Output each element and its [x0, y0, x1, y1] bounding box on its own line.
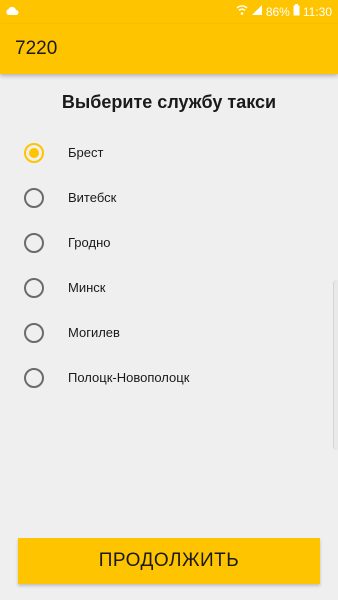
signal-icon [251, 4, 263, 19]
radio-button[interactable] [24, 233, 44, 253]
option-label: Могилев [68, 325, 120, 340]
battery-percent: 86% [265, 4, 290, 19]
status-icons: 86% 11:30 [236, 4, 332, 19]
radio-button[interactable] [24, 323, 44, 343]
status-bar: 86% 11:30 [0, 0, 338, 24]
app-bar: 7220 [0, 24, 338, 74]
option-brest[interactable]: Брест [0, 131, 338, 176]
battery-icon [293, 4, 300, 19]
edge-panel-handle[interactable] [333, 280, 338, 450]
option-mogilev[interactable]: Могилев [0, 311, 338, 356]
option-label: Витебск [68, 190, 117, 205]
option-polotsk-novopolotsk[interactable]: Полоцк-Новополоцк [0, 356, 338, 401]
radio-button[interactable] [24, 368, 44, 388]
app-title: 7220 [15, 38, 58, 59]
page-title: Выберите службу такси [61, 92, 277, 112]
wifi-icon [236, 4, 248, 19]
option-label: Брест [68, 145, 104, 160]
option-label: Полоцк-Новополоцк [68, 370, 190, 385]
option-label: Минск [68, 280, 106, 295]
radio-button[interactable] [24, 188, 44, 208]
cloud-icon [5, 5, 19, 19]
continue-button[interactable]: ПРОДОЛЖИТЬ [18, 538, 320, 584]
radio-button[interactable] [24, 143, 44, 163]
option-label: Гродно [68, 235, 111, 250]
taxi-service-list: Брест Витебск Гродно Минск Могилев Полоц… [0, 131, 338, 401]
radio-button[interactable] [24, 278, 44, 298]
option-minsk[interactable]: Минск [0, 266, 338, 311]
option-vitebsk[interactable]: Витебск [0, 176, 338, 221]
option-grodno[interactable]: Гродно [0, 221, 338, 266]
clock: 11:30 [302, 4, 332, 19]
